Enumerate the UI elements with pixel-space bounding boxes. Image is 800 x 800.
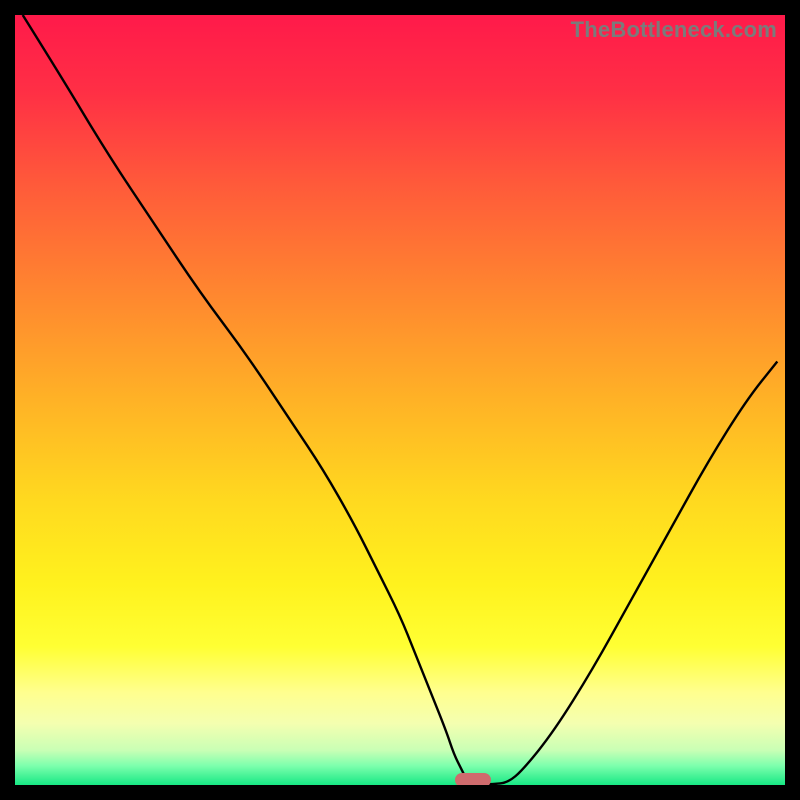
plot-area: TheBottleneck.com <box>15 15 785 785</box>
bottleneck-curve <box>15 15 785 785</box>
sweet-spot-marker <box>455 773 491 785</box>
chart-frame: TheBottleneck.com <box>0 0 800 800</box>
